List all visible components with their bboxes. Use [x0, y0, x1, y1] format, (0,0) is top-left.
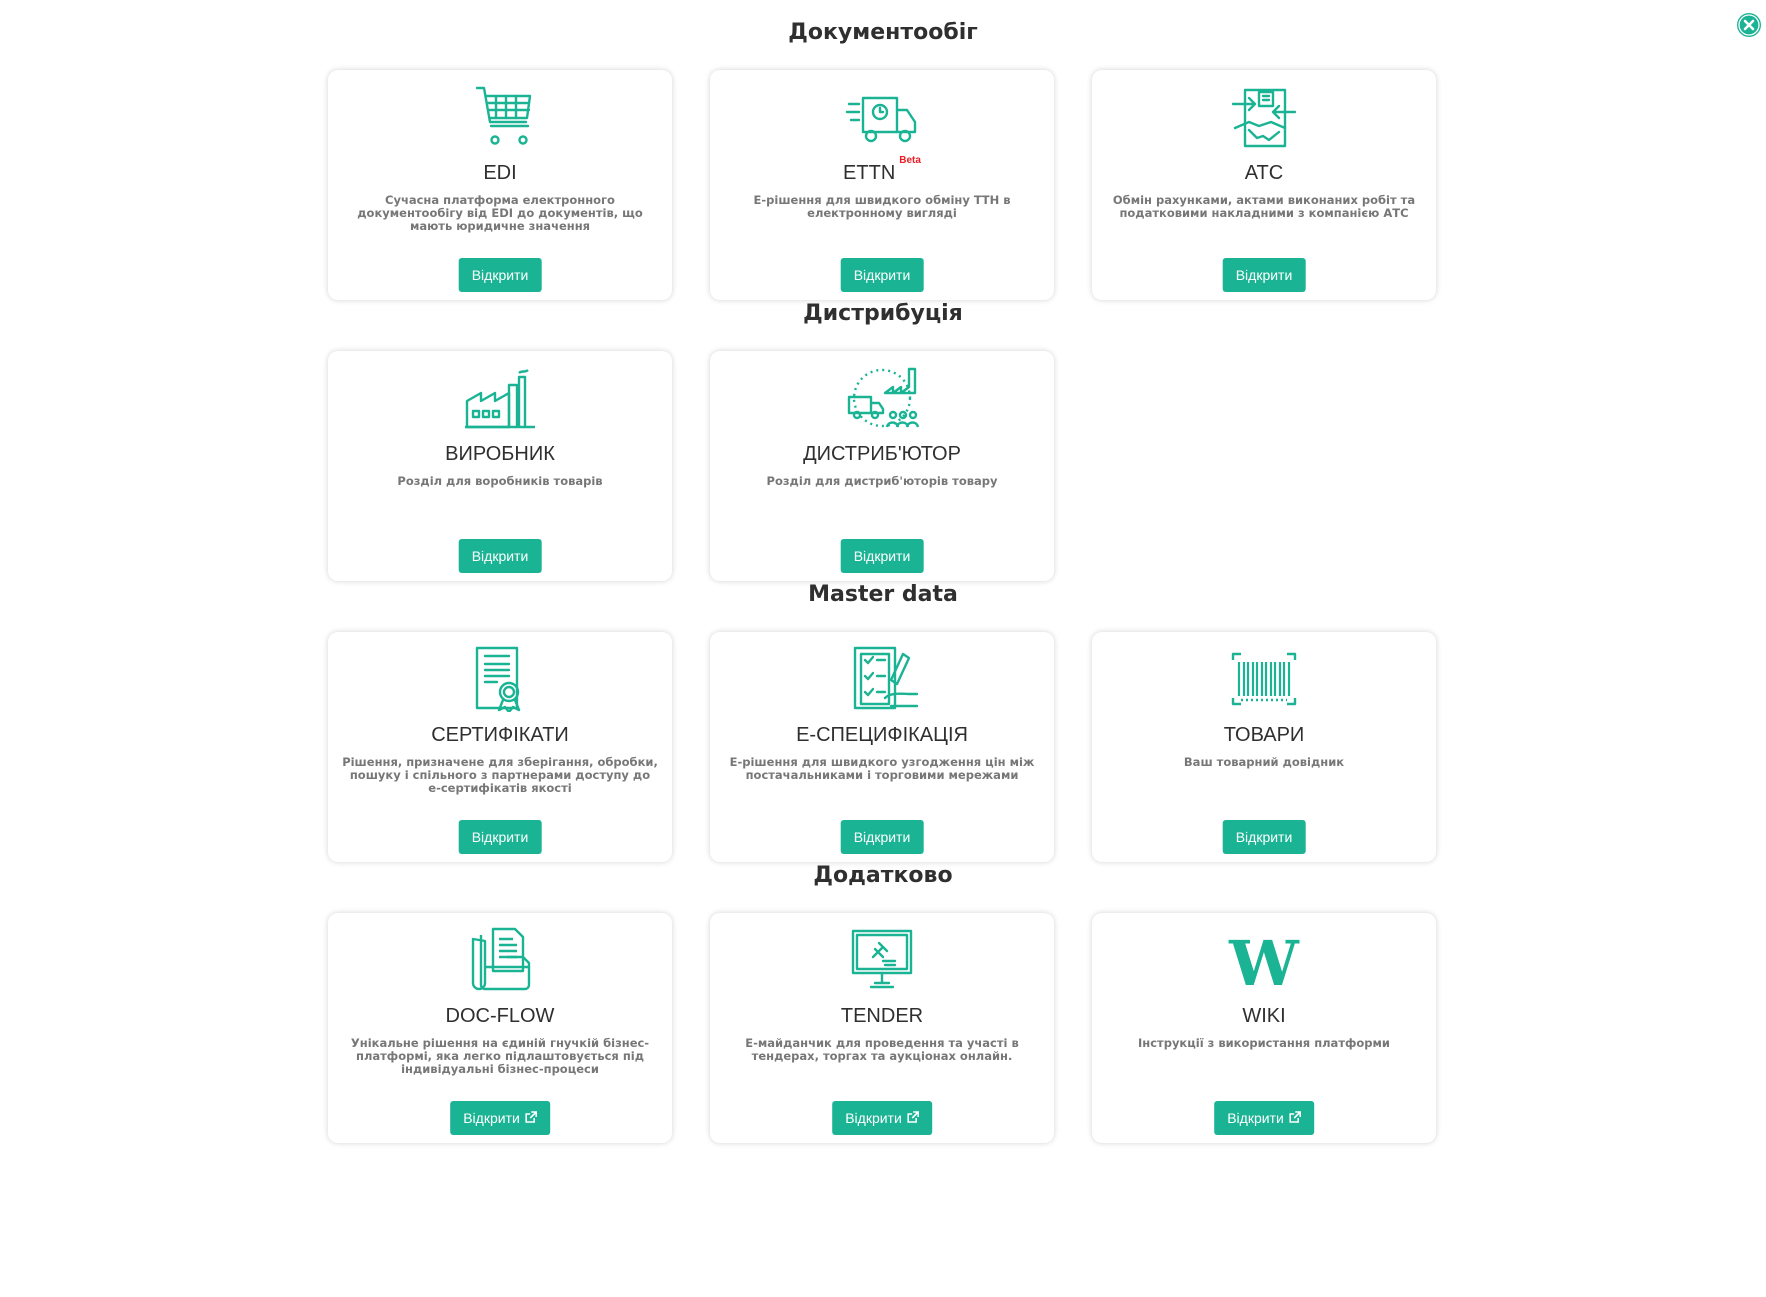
section-master-data: Master data: [328, 578, 1438, 612]
distribution-icon: [845, 365, 920, 431]
card-manufacturer: ВИРОБНИК Розділ для воробників товарів В…: [328, 351, 672, 581]
open-button[interactable]: Відкрити: [458, 539, 542, 573]
open-button[interactable]: Відкрити: [458, 258, 542, 292]
open-button[interactable]: Відкрити: [1222, 820, 1306, 854]
card-title: EDI: [483, 162, 517, 184]
card-title: АТС: [1244, 162, 1284, 184]
card-title: ВИРОБНИК: [445, 443, 555, 465]
card-atc: АТС Обмін рахунками, актами виконаних ро…: [1092, 70, 1436, 300]
external-link-icon: [524, 1102, 537, 1136]
section-title: Дистрибуція: [803, 301, 963, 326]
truck-icon: [845, 84, 919, 150]
open-button[interactable]: Відкрити: [458, 820, 542, 854]
card-products: ТОВАРИ Ваш товарний довідник Відкрити: [1092, 632, 1436, 862]
card-title: СЕРТИФІКАТИ: [431, 724, 569, 746]
card-description: Розділ для дистриб'юторів товару: [766, 474, 998, 488]
section-distribution: Дистрибуція: [328, 297, 1438, 331]
open-external-button[interactable]: Відкрити: [832, 1101, 932, 1135]
card-certificates: СЕРТИФІКАТИ Рішення, призначене для збер…: [328, 632, 672, 862]
card-e-specification: Е-СПЕЦИФІКАЦІЯ Е-рішення для швидкого уз…: [710, 632, 1054, 862]
external-link-icon: [1288, 1102, 1301, 1136]
card-description: Інструкції з використання платформи: [1138, 1036, 1390, 1050]
card-title: ETTNBeta: [843, 155, 921, 184]
card-description: Унікальне рішення на єдиній гнучкій бізн…: [350, 1036, 650, 1076]
card-title: WIKI: [1242, 1005, 1286, 1027]
close-icon[interactable]: [1737, 13, 1761, 37]
card-description: Е-майданчик для проведення та участі в т…: [745, 1036, 1019, 1063]
section-title: Документообіг: [788, 20, 978, 45]
open-button[interactable]: Відкрити: [840, 258, 924, 292]
handshake-icon: [1227, 84, 1301, 150]
open-button[interactable]: Відкрити: [840, 539, 924, 573]
card-title: DOC-FLOW: [445, 1005, 555, 1027]
card-wiki: W WIKI Інструкції з використання платфор…: [1092, 913, 1436, 1143]
card-title: ДИСТРИБ'ЮТОР: [803, 443, 961, 465]
auction-monitor-icon: [845, 927, 919, 993]
certificate-icon: [463, 646, 537, 714]
card-description: Рішення, призначене для зберігання, обро…: [342, 755, 658, 795]
cart-icon: [463, 84, 537, 150]
card-description: Сучасна платформа електронного документо…: [357, 193, 643, 233]
card-title: ТОВАРИ: [1223, 724, 1305, 746]
open-external-button[interactable]: Відкрити: [450, 1101, 550, 1135]
card-description: Розділ для воробників товарів: [397, 474, 603, 488]
section-title: Master data: [808, 582, 958, 607]
open-button[interactable]: Відкрити: [1222, 258, 1306, 292]
card-description: Ваш товарний довідник: [1183, 755, 1345, 769]
section-additional: Додатково: [328, 859, 1438, 893]
barcode-icon: [1227, 646, 1301, 712]
open-external-button[interactable]: Відкрити: [1214, 1101, 1314, 1135]
card-tender: TENDER Е-майданчик для проведення та уча…: [710, 913, 1054, 1143]
card-doc-flow: DOC-FLOW Унікальне рішення на єдиній гну…: [328, 913, 672, 1143]
card-ettn: ETTNBeta Е-рішення для швидкого обміну Т…: [710, 70, 1054, 300]
card-description: Е-рішення для швидкого узгодження цін мі…: [729, 755, 1035, 782]
card-title: TENDER: [840, 1005, 924, 1027]
checklist-icon: [845, 646, 919, 712]
card-title: Е-СПЕЦИФІКАЦІЯ: [796, 724, 968, 746]
external-link-icon: [906, 1102, 919, 1136]
card-edi: EDI Сучасна платформа електронного докум…: [328, 70, 672, 300]
section-document-flow: Документообіг: [328, 16, 1438, 50]
factory-icon: [463, 365, 537, 431]
open-button[interactable]: Відкрити: [840, 820, 924, 854]
card-distributor: ДИСТРИБ'ЮТОР Розділ для дистриб'юторів т…: [710, 351, 1054, 581]
beta-badge: Beta: [899, 155, 921, 167]
wiki-icon: W: [1227, 927, 1301, 1000]
svg-text:W: W: [1228, 927, 1300, 993]
card-description: Обмін рахунками, актами виконаних робіт …: [1112, 193, 1416, 220]
section-title: Додатково: [813, 863, 953, 888]
folder-docs-icon: [463, 927, 537, 993]
card-description: Е-рішення для швидкого обміну ТТН в елек…: [753, 193, 1011, 220]
